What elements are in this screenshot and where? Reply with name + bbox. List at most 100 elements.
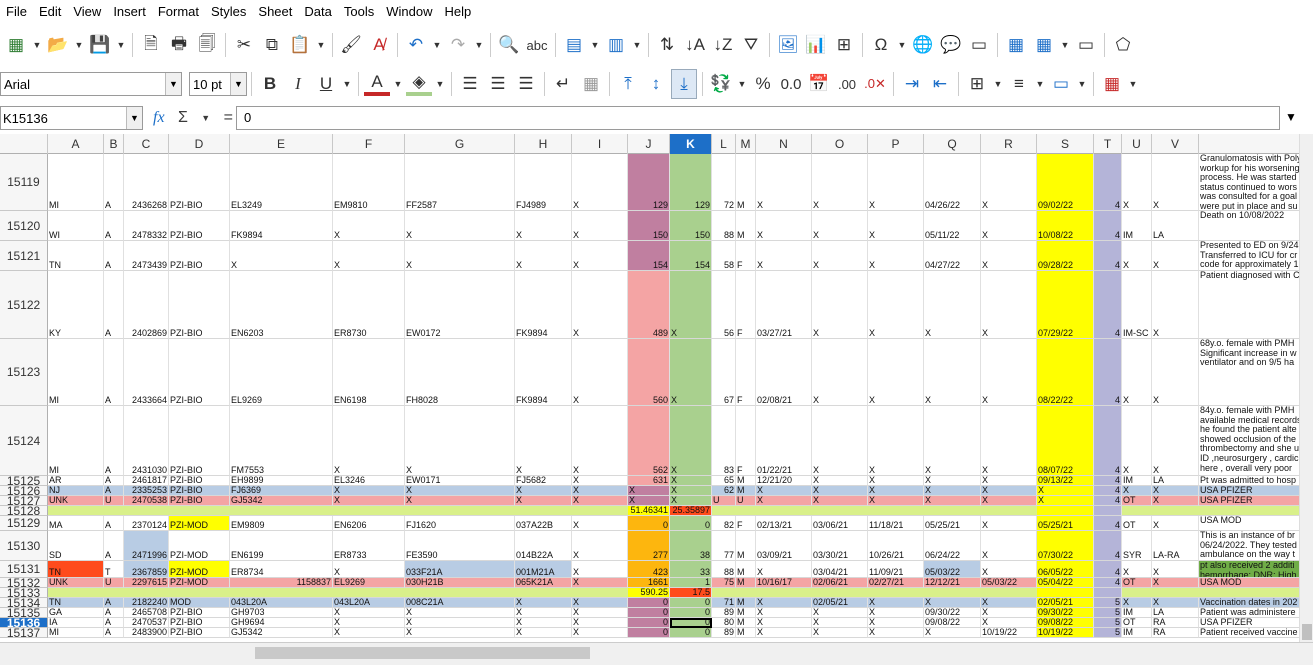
row-header[interactable]: 15130 — [0, 531, 48, 561]
cell-v[interactable]: X — [1152, 241, 1199, 271]
cell-m[interactable]: M — [736, 598, 756, 608]
column-header-u[interactable]: U — [1122, 134, 1152, 154]
cell-d[interactable]: PZI-BIO — [169, 211, 230, 241]
formula-equals-icon[interactable]: = — [224, 109, 233, 127]
cell-i[interactable]: X — [572, 271, 628, 339]
column-header-r[interactable]: R — [981, 134, 1037, 154]
cell-u[interactable]: OT — [1122, 578, 1152, 588]
cell-s[interactable]: 05/04/22 — [1037, 578, 1094, 588]
cell-q[interactable]: X — [924, 271, 981, 339]
decrease-indent-icon[interactable]: ⇤ — [927, 69, 953, 99]
cell-h[interactable]: X — [515, 241, 572, 271]
cell-p[interactable]: 11/09/21 — [868, 561, 924, 578]
cell-u[interactable]: X — [1122, 241, 1152, 271]
cell-r[interactable]: X — [981, 598, 1037, 608]
cell-l[interactable]: 65 — [712, 476, 736, 486]
center-vertically-icon[interactable]: ↕ — [643, 69, 669, 99]
cell-a[interactable]: IA — [48, 618, 104, 628]
cell-w[interactable]: Death on 10/08/2022 — [1199, 211, 1299, 241]
column-header-t[interactable]: T — [1094, 134, 1122, 154]
column-header-v[interactable]: V — [1152, 134, 1199, 154]
cell-k[interactable]: 0 — [670, 628, 712, 638]
cell-l[interactable]: 72 — [712, 154, 736, 211]
cell-d[interactable]: PZI-MOD — [169, 516, 230, 531]
cell-v[interactable]: X — [1152, 578, 1199, 588]
column-header-s[interactable]: S — [1037, 134, 1094, 154]
cell-d[interactable]: PZI-BIO — [169, 271, 230, 339]
cell-s[interactable]: 07/30/22 — [1037, 531, 1094, 561]
cell-d[interactable]: PZI-BIO — [169, 618, 230, 628]
border-color-icon[interactable]: ▭ — [1048, 69, 1074, 99]
cell-g[interactable]: FF2587 — [405, 154, 515, 211]
cell-r[interactable]: X — [981, 339, 1037, 406]
cell-b[interactable]: A — [104, 241, 124, 271]
cell-e[interactable]: EM9809 — [230, 516, 333, 531]
cell-m[interactable]: M — [736, 578, 756, 588]
cell-j[interactable]: 489 — [628, 271, 670, 339]
cell-m[interactable]: M — [736, 211, 756, 241]
select-all-corner[interactable] — [0, 134, 48, 154]
cell-g[interactable]: 008C21A — [405, 598, 515, 608]
special-character-icon[interactable]: Ω — [868, 30, 894, 60]
column-header-k[interactable]: K — [670, 134, 712, 154]
cell-l[interactable]: 58 — [712, 241, 736, 271]
cell-j[interactable]: 277 — [628, 531, 670, 561]
cell-e[interactable]: 1158837 — [230, 578, 333, 588]
sum-dropdown-arrow[interactable]: ▼ — [201, 113, 210, 123]
cell-t[interactable]: 4 — [1094, 531, 1122, 561]
cell-f[interactable]: X — [333, 628, 405, 638]
undo-icon[interactable]: ↶ — [403, 30, 429, 60]
new-dropdown-arrow[interactable]: ▼ — [31, 30, 43, 60]
name-box[interactable]: K15136 ▼ — [0, 106, 143, 130]
column-header-a[interactable]: A — [48, 134, 104, 154]
open-dropdown-arrow[interactable]: ▼ — [73, 30, 85, 60]
cell-c[interactable]: 2465708 — [124, 608, 169, 618]
cell-p[interactable]: 10/26/21 — [868, 531, 924, 561]
cell-a[interactable]: UNK — [48, 578, 104, 588]
open-folder-icon[interactable]: 📂 — [45, 30, 71, 60]
column-header-b[interactable]: B — [104, 134, 124, 154]
column-header-j[interactable]: J — [628, 134, 670, 154]
cell-n[interactable]: 03/09/21 — [756, 531, 812, 561]
cell-s[interactable]: 05/25/21 — [1037, 516, 1094, 531]
cell-c[interactable]: 2436268 — [124, 154, 169, 211]
cell-s[interactable]: 09/02/22 — [1037, 154, 1094, 211]
pivot-table-icon[interactable]: ⊞ — [831, 30, 857, 60]
cell-n[interactable]: 01/22/21 — [756, 406, 812, 476]
cell-l[interactable]: 88 — [712, 561, 736, 578]
cell-i[interactable]: X — [572, 211, 628, 241]
cell-m[interactable]: F — [736, 271, 756, 339]
cell-t[interactable]: 4 — [1094, 486, 1122, 496]
cell-g[interactable]: X — [405, 406, 515, 476]
sort-descending-icon[interactable]: ↓Z — [710, 30, 736, 60]
print-preview-icon[interactable]: 🗐 — [194, 30, 220, 60]
row-header[interactable]: 15121 — [0, 241, 48, 271]
sort-ascending-icon[interactable]: ↓A — [682, 30, 708, 60]
cell-s[interactable] — [1037, 588, 1094, 598]
cell-v[interactable]: RA — [1152, 618, 1199, 628]
cell-w[interactable]: Vaccination dates in 202 — [1199, 598, 1299, 608]
cell-f[interactable]: X — [333, 406, 405, 476]
underline-dropdown-arrow[interactable]: ▼ — [341, 69, 353, 99]
cell-g[interactable]: EW0171 — [405, 476, 515, 486]
cell-k[interactable]: 154 — [670, 241, 712, 271]
cell-t[interactable]: 4 — [1094, 241, 1122, 271]
cell-d[interactable]: PZI-BIO — [169, 486, 230, 496]
borders-dropdown-arrow[interactable]: ▼ — [992, 69, 1004, 99]
cell-f[interactable]: ER8733 — [333, 531, 405, 561]
cell-l[interactable]: 77 — [712, 531, 736, 561]
cell-g[interactable]: X — [405, 608, 515, 618]
cell-d[interactable]: PZI-BIO — [169, 241, 230, 271]
cell-s[interactable]: 08/22/22 — [1037, 339, 1094, 406]
cell-f[interactable]: EL9269 — [333, 578, 405, 588]
cell-f[interactable]: X — [333, 211, 405, 241]
cell-v[interactable]: X — [1152, 561, 1199, 578]
column-header-l[interactable]: L — [712, 134, 736, 154]
cell-l[interactable]: 67 — [712, 339, 736, 406]
cell-b[interactable]: A — [104, 531, 124, 561]
cell-o[interactable]: X — [812, 496, 868, 506]
cell-k[interactable]: 0 — [670, 608, 712, 618]
cell-u[interactable]: IM — [1122, 628, 1152, 638]
percent-format-icon[interactable]: % — [750, 69, 776, 99]
cell-d[interactable]: PZI-BIO — [169, 339, 230, 406]
